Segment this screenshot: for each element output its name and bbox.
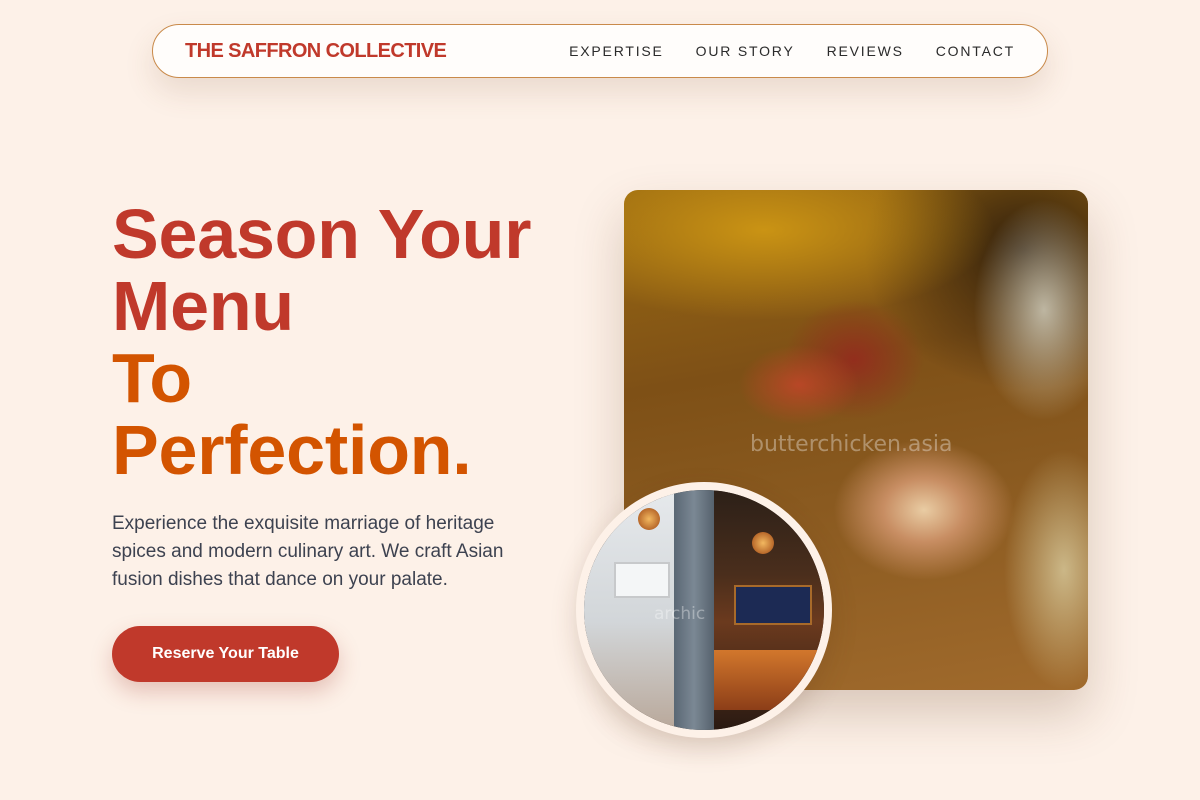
storefront-window [614, 562, 670, 598]
nav-link-our-story[interactable]: OUR STORY [696, 43, 795, 59]
pendant-lamp [752, 532, 774, 554]
pendant-lamp [638, 508, 660, 530]
hero-headline-line-1: Season Your [112, 195, 532, 273]
hero-description: Experience the exquisite marriage of her… [112, 513, 504, 590]
menu-board [734, 585, 812, 625]
hero-headline-line-3: To [112, 339, 192, 417]
nav-link-contact[interactable]: CONTACT [936, 43, 1015, 59]
hero-headline-line-2: Menu [112, 267, 294, 345]
hero-headline: Season Your Menu To Perfection. [112, 198, 531, 486]
nav-link-reviews[interactable]: REVIEWS [827, 43, 904, 59]
reserve-table-button[interactable]: Reserve Your Table [112, 626, 339, 682]
bar-counter [714, 650, 824, 710]
top-navigation-bar: THE SAFFRON COLLECTIVE EXPERTISE OUR STO… [152, 24, 1048, 78]
nav-link-expertise[interactable]: EXPERTISE [569, 43, 664, 59]
page: THE SAFFRON COLLECTIVE EXPERTISE OUR STO… [0, 0, 1200, 800]
nav-links: EXPERTISE OUR STORY REVIEWS CONTACT [569, 43, 1015, 59]
photo-watermark: archic [654, 604, 706, 624]
photo-watermark: butterchicken.asia [750, 432, 953, 457]
restaurant-interior-photo: archic [576, 482, 832, 738]
hero-headline-line-4: Perfection. [112, 411, 472, 489]
brand-logo-text[interactable]: THE SAFFRON COLLECTIVE [185, 40, 447, 63]
